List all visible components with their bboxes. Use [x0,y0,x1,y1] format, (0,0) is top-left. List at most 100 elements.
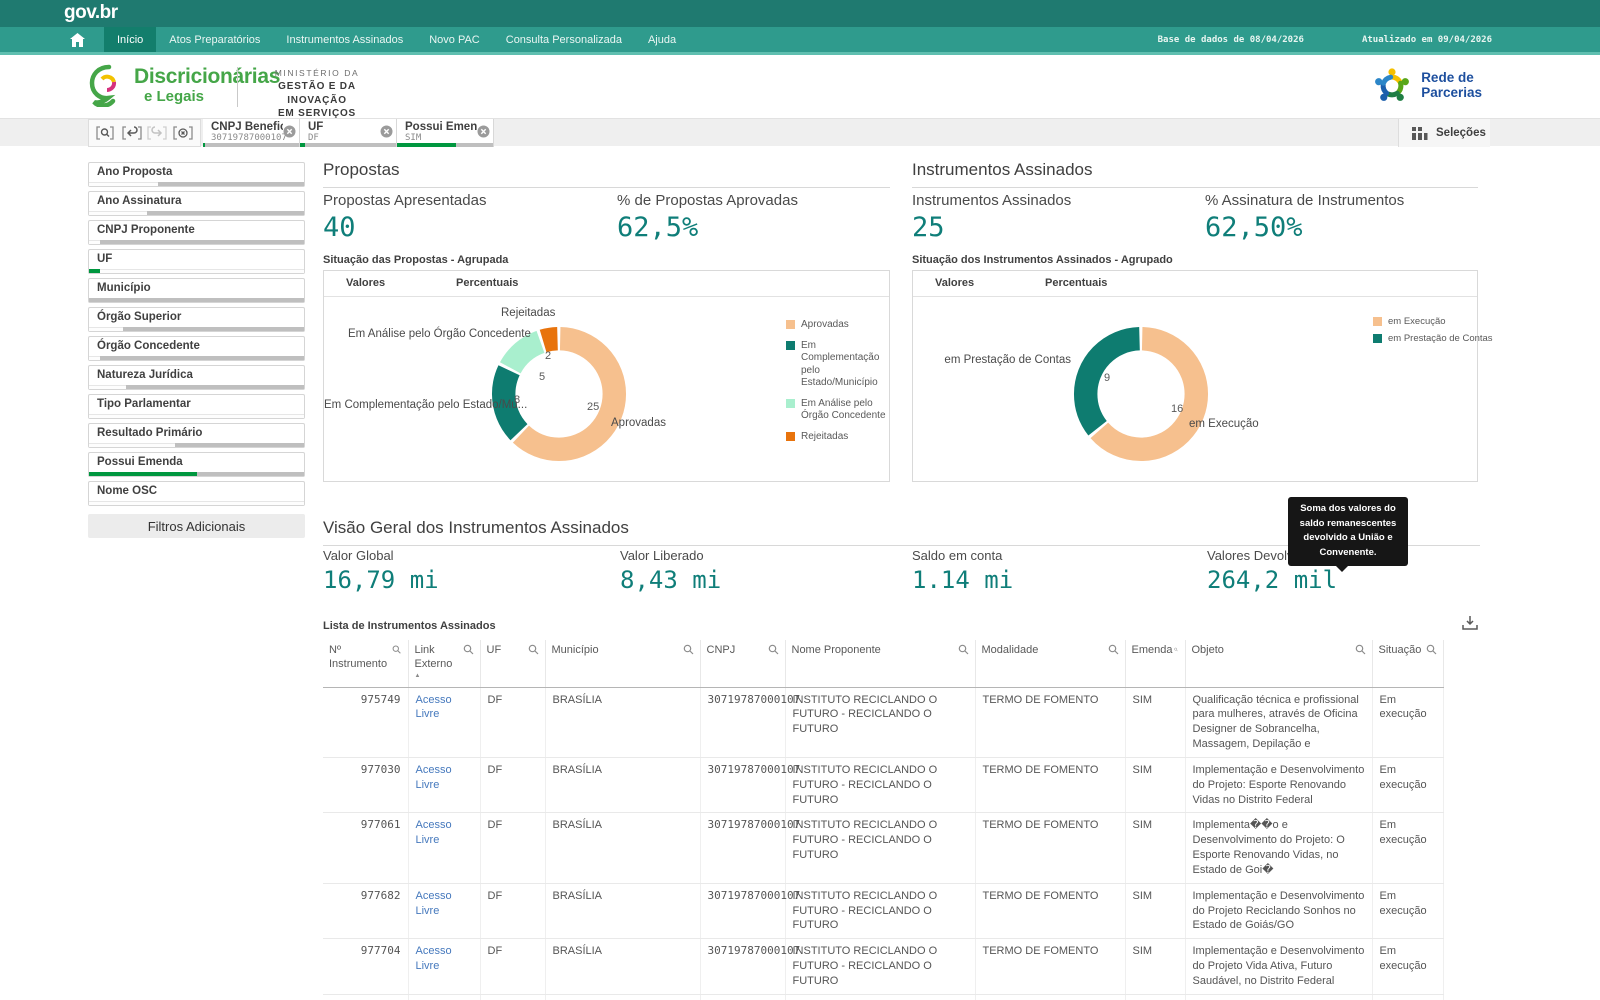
sidebar-filter[interactable]: CNPJ Proponente [88,220,305,245]
sidebar-filter[interactable]: Órgão Concedente [88,336,305,361]
table-row[interactable]: 977704 Acesso Livre DF BRASÍLIA 30719787… [323,939,1443,995]
sidebar-filter[interactable]: Natureza Jurídica [88,365,305,390]
tab-valores[interactable]: Valores [346,277,385,289]
legend-item[interactable]: Aprovadas [786,319,886,332]
cell-link-externo[interactable]: Acesso Livre [408,883,480,939]
cell-link-externo[interactable]: Acesso Livre [408,757,480,813]
rede-parcerias-text: Rede de Parcerias [1421,71,1482,101]
selection-bar: CNPJ Benefici... 30719787000107 UF DF [0,118,1600,146]
updated-date-label: Atualizado em 09/04/2026 [1362,35,1492,45]
column-header[interactable]: Modalidade [975,640,1125,687]
nav-item[interactable]: Início [104,27,156,52]
selection-chip[interactable]: CNPJ Benefici... 30719787000107 [203,119,300,147]
propostas-donut-chart[interactable] [484,319,634,469]
table-row[interactable]: 977682 Acesso Livre DF BRASÍLIA 30719787… [323,883,1443,939]
sidebar-filter[interactable]: Nome OSC [88,481,305,506]
cell-link-externo[interactable]: Acesso Livre [408,994,480,1000]
cell-emenda: SIM [1125,687,1185,757]
column-header[interactable]: Situação [1372,640,1443,687]
chip-close-button[interactable] [477,125,490,143]
cell-uf: DF [480,994,545,1000]
column-search-icon[interactable] [1108,644,1119,655]
nav-item[interactable]: Ajuda [635,27,689,52]
govbr-logo[interactable]: gov.br [64,2,118,24]
download-button[interactable] [1462,615,1478,636]
cell-modalidade: TERMO DE FOMENTO [975,813,1125,883]
sidebar-filter[interactable]: Tipo Parlamentar [88,394,305,419]
column-search-icon[interactable] [463,644,474,655]
legend-item[interactable]: Em Complementação pelo Estado/Município [786,340,886,390]
selections-button[interactable]: Seleções [1398,119,1490,147]
selection-chip[interactable]: UF DF [300,119,397,147]
column-search-icon[interactable] [1426,644,1437,655]
sidebar-filter[interactable]: UF [88,249,305,274]
instrumentos-section-title: Instrumentos Assinados [912,160,1478,188]
chip-close-button[interactable] [283,125,296,143]
cell-municipio: BRASÍLIA [545,687,700,757]
sidebar-filter[interactable]: Possui Emenda [88,452,305,477]
redo-icon [147,125,167,141]
home-button[interactable] [64,33,90,47]
table-row[interactable]: 982589 Acesso Livre DF BRASÍLIA 30719787… [323,994,1443,1000]
legend-swatch [786,432,795,441]
undo-icon [122,125,142,141]
column-header[interactable]: CNPJ [700,640,785,687]
column-search-icon[interactable] [1174,644,1178,655]
cell-nome-proponente: INSTITUTO RECICLANDO O FUTURO - RECICLAN… [785,939,975,995]
column-search-icon[interactable] [392,644,401,655]
instrumentos-chart-title: Situação dos Instrumentos Assinados - Ag… [912,254,1173,266]
tab-percentuais[interactable]: Percentuais [456,277,518,289]
filter-selection-bar [89,327,304,331]
undo-selection-button[interactable] [122,125,142,141]
nav-item[interactable]: Instrumentos Assinados [273,27,416,52]
cell-situacao: Em execução [1372,687,1443,757]
selection-chip[interactable]: Possui Emenda SIM [397,119,494,147]
tab-percentuais[interactable]: Percentuais [1045,277,1107,289]
sidebar-filter[interactable]: Município [88,278,305,303]
redo-selection-button[interactable] [147,125,167,141]
legend-item[interactable]: em Execução [1373,316,1493,328]
cell-emenda: SIM [1125,939,1185,995]
column-search-icon[interactable] [958,644,969,655]
nav-item[interactable]: Atos Preparatórios [156,27,273,52]
chip-close-button[interactable] [380,125,393,143]
cell-cnpj: 30719787000107 [700,939,785,995]
table-row[interactable]: 977030 Acesso Livre DF BRASÍLIA 30719787… [323,757,1443,813]
cell-num-instrumento: 977030 [323,757,408,813]
column-header[interactable]: Emenda [1125,640,1185,687]
cell-link-externo[interactable]: Acesso Livre [408,813,480,883]
column-search-icon[interactable] [528,644,539,655]
cell-link-externo[interactable]: Acesso Livre [408,939,480,995]
sidebar-filter[interactable]: Resultado Primário [88,423,305,448]
legend-item[interactable]: Em Análise pelo Órgão Concedente [786,398,886,423]
column-header[interactable]: Nº Instrumento [323,640,408,687]
nav-item[interactable]: Consulta Personalizada [493,27,635,52]
column-header[interactable]: Nome Proponente [785,640,975,687]
table-row[interactable]: 977061 Acesso Livre DF BRASÍLIA 30719787… [323,813,1443,883]
nav-item[interactable]: Novo PAC [416,27,493,52]
cell-link-externo[interactable]: Acesso Livre [408,687,480,757]
sidebar-filter[interactable]: Ano Assinatura [88,191,305,216]
sidebar-filter[interactable]: Órgão Superior [88,307,305,332]
column-search-icon[interactable] [1355,644,1366,655]
smart-search-button[interactable] [96,125,116,141]
sidebar-filter[interactable]: Ano Proposta [88,162,305,187]
additional-filters-button[interactable]: Filtros Adicionais [88,514,305,538]
tab-valores[interactable]: Valores [935,277,974,289]
column-header[interactable]: UF [480,640,545,687]
column-header[interactable]: Objeto [1185,640,1372,687]
column-header[interactable]: Link Externo ▲ [408,640,480,687]
kpi-pct-propostas-aprovadas: % de Propostas Aprovadas 62,5% [617,192,798,243]
legend-item[interactable]: em Prestação de Contas [1373,333,1493,345]
column-search-icon[interactable] [683,644,694,655]
cell-emenda: SIM [1125,813,1185,883]
table-row[interactable]: 975749 Acesso Livre DF BRASÍLIA 30719787… [323,687,1443,757]
column-header[interactable]: Município [545,640,700,687]
legend-item[interactable]: Rejeitadas [786,431,886,444]
column-search-icon[interactable] [768,644,779,655]
callout-em-analise: Em Análise pelo Órgão Concedente [348,328,506,340]
kpi-valor-global: Valor Global 16,79 mi [323,548,439,594]
instrumentos-donut-chart[interactable] [1066,319,1216,469]
cell-municipio: BRASÍLIA [545,939,700,995]
clear-selections-button[interactable] [173,125,193,141]
